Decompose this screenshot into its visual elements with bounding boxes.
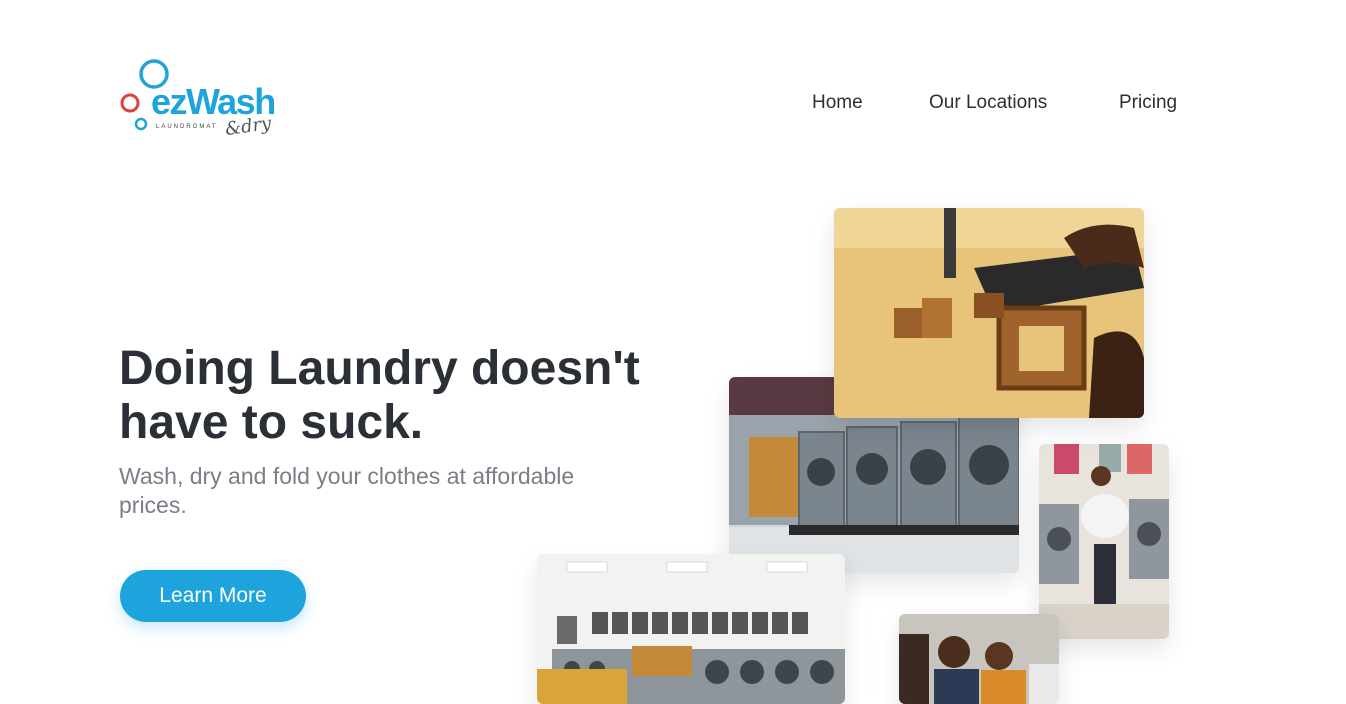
nav-pricing[interactable]: Pricing (1119, 92, 1177, 114)
hero-subtitle: Wash, dry and fold your clothes at affor… (119, 463, 575, 518)
learn-more-button[interactable]: Learn More (120, 570, 306, 622)
nav-home[interactable]: Home (812, 92, 863, 114)
hero-title: Doing Laundry doesn't have to suck. (119, 342, 640, 449)
brand-tagline: LAUNDROMAT (156, 124, 218, 130)
photo-laundromat-interior (537, 554, 845, 704)
photo-happy-customers (899, 614, 1059, 704)
nav-our-locations[interactable]: Our Locations (929, 92, 1047, 114)
brand-logo[interactable]: ezWash LAUNDROMAT &dry (118, 58, 278, 150)
photo-customer-laundry (1039, 444, 1169, 639)
photo-puzzle-table (834, 208, 1144, 418)
